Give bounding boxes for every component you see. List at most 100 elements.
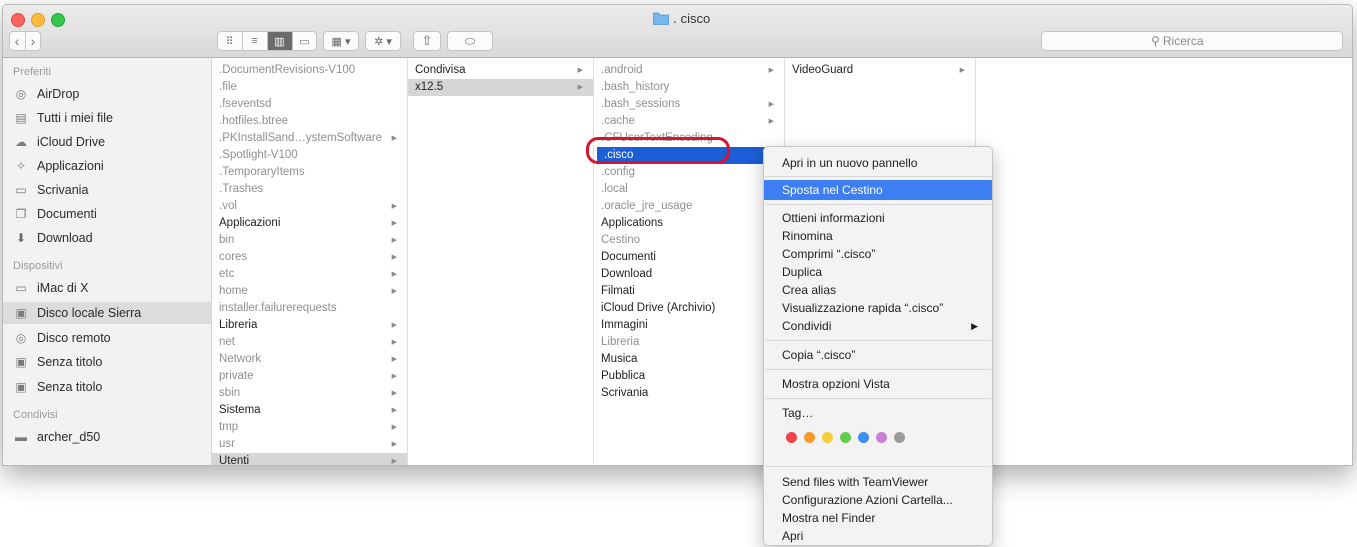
list-item[interactable]: private ▶ — [212, 368, 407, 385]
search-field[interactable]: ⚲ — [1041, 31, 1343, 51]
list-item[interactable]: .DocumentRevisions-V100 — [212, 62, 407, 79]
sidebar-item-label: Applicazioni — [37, 159, 104, 173]
tag-red-icon[interactable] — [786, 432, 797, 443]
menu-item-show-in-finder[interactable]: Mostra nel Finder — [764, 509, 992, 527]
list-item[interactable]: .local▶ — [594, 181, 784, 198]
icon-view-button[interactable]: ⠿ — [218, 32, 243, 50]
list-item[interactable]: .android ▶ — [594, 62, 784, 79]
menu-item-folder-actions[interactable]: Configurazione Azioni Cartella... — [764, 491, 992, 509]
menu-item-show-view-options[interactable]: Mostra opzioni Vista — [764, 375, 992, 393]
menu-item-open-new-tab[interactable]: Apri in un nuovo pannello — [764, 154, 992, 172]
menu-item-move-to-trash[interactable]: Sposta nel Cestino — [764, 180, 992, 200]
menu-item-copy[interactable]: Copia “.cisco” — [764, 346, 992, 364]
tag-blue-icon[interactable] — [858, 432, 869, 443]
list-item[interactable]: .file — [212, 79, 407, 96]
list-item[interactable]: Musica▶ — [594, 351, 784, 368]
close-window-button[interactable] — [11, 13, 25, 27]
list-item[interactable]: .hotfiles.btree — [212, 113, 407, 130]
menu-item-tags[interactable]: Tag… — [764, 404, 992, 422]
list-item[interactable]: Filmati▶ — [594, 283, 784, 300]
list-item[interactable]: Cestino▶ — [594, 232, 784, 249]
search-input[interactable] — [1162, 34, 1233, 48]
list-item[interactable]: VideoGuard ▶ — [785, 62, 975, 79]
menu-item-share-label: Condividi — [782, 319, 832, 333]
list-item[interactable]: .cache ▶ — [594, 113, 784, 130]
list-item[interactable]: .vol ▶ — [212, 198, 407, 215]
tag-yellow-icon[interactable] — [822, 432, 833, 443]
list-item[interactable]: .bash_history — [594, 79, 784, 96]
list-item[interactable]: .TemporaryItems — [212, 164, 407, 181]
disclosure-arrow-icon: ▶ — [959, 67, 965, 74]
action-gear-button[interactable]: ✲ ▾ — [365, 31, 401, 51]
sidebar-item-senza-titolo-1[interactable]: ▣ Senza titolo — [3, 351, 211, 373]
gallery-view-button[interactable]: ▭ — [293, 32, 317, 50]
forward-button[interactable]: › — [26, 32, 41, 50]
sidebar-item-senza-titolo-2[interactable]: ▣ Senza titolo — [3, 376, 211, 398]
list-item[interactable]: sbin ▶ — [212, 385, 407, 402]
list-item[interactable]: Utenti ▶ — [212, 453, 407, 465]
list-item[interactable]: tmp ▶ — [212, 419, 407, 436]
minimize-window-button[interactable] — [31, 13, 45, 27]
menu-item-quick-look[interactable]: Visualizzazione rapida “.cisco” — [764, 299, 992, 317]
list-item[interactable]: .bash_sessions ▶ — [594, 96, 784, 113]
sidebar-item-all-files[interactable]: ▤ Tutti i miei file — [3, 107, 211, 129]
list-item[interactable]: Condivisa ▶ — [408, 62, 593, 79]
list-item[interactable]: .fseventsd — [212, 96, 407, 113]
list-item[interactable]: .Trashes — [212, 181, 407, 198]
tag-orange-icon[interactable] — [804, 432, 815, 443]
sidebar-item-disco-locale-sierra[interactable]: ▣ Disco locale Sierra — [3, 302, 211, 324]
list-item[interactable]: Libreria▶ — [212, 317, 407, 334]
titlebar: . cisco ‹ › ⠿ ≡ ▥ ▭ ▦ ▾ ✲ ▾ ⇧ ⬭ ⚲ — [3, 5, 1352, 58]
sidebar-item-desktop[interactable]: ▭ Scrivania — [3, 179, 211, 201]
list-item[interactable]: .PKInstallSand…ystemSoftware ▶ — [212, 130, 407, 147]
list-item[interactable]: Scrivania▶ — [594, 385, 784, 402]
list-item[interactable]: Pubblica▶ — [594, 368, 784, 385]
list-item[interactable]: home ▶ — [212, 283, 407, 300]
share-button[interactable]: ⇧ — [413, 31, 441, 51]
sidebar-item-documents[interactable]: ❐ Documenti — [3, 203, 211, 225]
sidebar-item-download[interactable]: ⬇ Download — [3, 227, 211, 249]
menu-item-teamviewer[interactable]: Send files with TeamViewer — [764, 473, 992, 491]
menu-item-open[interactable]: Apri — [764, 527, 992, 545]
edit-tags-button[interactable]: ⬭ — [447, 31, 493, 51]
menu-item-compress[interactable]: Comprimi “.cisco” — [764, 245, 992, 263]
menu-item-get-info[interactable]: Ottieni informazioni — [764, 209, 992, 227]
list-item[interactable]: .Spotlight-V100 — [212, 147, 407, 164]
list-item[interactable]: x12.5 ▶ — [408, 79, 593, 96]
list-item[interactable]: net ▶ — [212, 334, 407, 351]
list-item[interactable]: etc ▶ — [212, 266, 407, 283]
sidebar-item-airdrop[interactable]: ◎ AirDrop — [3, 83, 211, 105]
group-by-button[interactable]: ▦ ▾ — [323, 31, 359, 51]
list-item[interactable]: Sistema ▶ — [212, 402, 407, 419]
list-item[interactable]: cores ▶ — [212, 249, 407, 266]
sidebar-item-disco-remoto[interactable]: ◎ Disco remoto — [3, 327, 211, 349]
list-item[interactable]: Applications▶ — [594, 215, 784, 232]
list-item[interactable]: Libreria▶ — [594, 334, 784, 351]
list-item[interactable]: Network ▶ — [212, 351, 407, 368]
list-item[interactable]: Applicazioni ▶ — [212, 215, 407, 232]
menu-item-share[interactable]: Condividi ▶ — [764, 317, 992, 335]
tag-purple-icon[interactable] — [876, 432, 887, 443]
zoom-window-button[interactable] — [51, 13, 65, 27]
list-item[interactable]: Immagini▶ — [594, 317, 784, 334]
list-item[interactable]: iCloud Drive (Archivio)▶ — [594, 300, 784, 317]
sidebar-item-archer-d50[interactable]: ▬ archer_d50 — [3, 426, 211, 448]
list-item[interactable]: bin ▶ — [212, 232, 407, 249]
sidebar-item-icloud-drive[interactable]: ☁ iCloud Drive — [3, 131, 211, 153]
tag-gray-icon[interactable] — [894, 432, 905, 443]
list-item[interactable]: .oracle_jre_usage▶ — [594, 198, 784, 215]
menu-item-make-alias[interactable]: Crea alias — [764, 281, 992, 299]
menu-item-duplicate[interactable]: Duplica — [764, 263, 992, 281]
list-item[interactable]: usr ▶ — [212, 436, 407, 453]
list-item[interactable]: .config▶ — [594, 164, 784, 181]
sidebar-item-imac[interactable]: ▭ iMac di X — [3, 277, 211, 299]
column-view-button[interactable]: ▥ — [267, 32, 293, 50]
sidebar-item-applications[interactable]: ✧ Applicazioni — [3, 155, 211, 177]
menu-item-rename[interactable]: Rinomina — [764, 227, 992, 245]
list-item[interactable]: Documenti▶ — [594, 249, 784, 266]
back-button[interactable]: ‹ — [10, 32, 26, 50]
list-item[interactable]: installer.failurerequests — [212, 300, 407, 317]
list-view-button[interactable]: ≡ — [243, 32, 268, 50]
tag-green-icon[interactable] — [840, 432, 851, 443]
list-item[interactable]: Download▶ — [594, 266, 784, 283]
